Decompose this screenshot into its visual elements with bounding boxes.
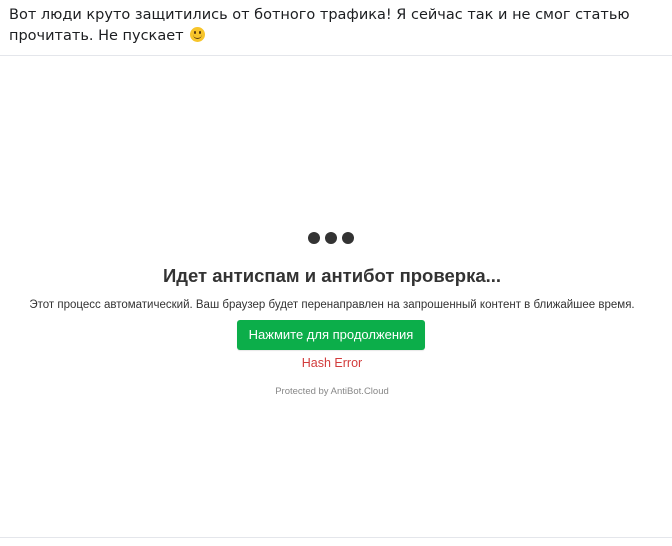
smiling-face-emoji-icon — [190, 27, 206, 42]
protected-by-footer: Protected by AntiBot.Cloud — [275, 386, 389, 397]
bottom-divider — [0, 537, 672, 538]
loading-dot — [325, 232, 337, 244]
loading-dot — [308, 232, 320, 244]
antibot-description: Этот процесс автоматический. Ваш браузер… — [29, 299, 635, 311]
hash-error-message: Hash Error — [301, 356, 363, 370]
loading-dot — [342, 232, 354, 244]
continue-button[interactable]: Нажмите для продолжения — [237, 320, 425, 350]
post-divider — [0, 55, 672, 56]
post-text: Вот люди круто защитились от ботного тра… — [9, 7, 630, 44]
loading-dots-icon — [308, 232, 354, 244]
post-text-container: Вот люди круто защитились от ботного тра… — [9, 5, 659, 47]
antibot-title: Идет антиспам и антибот проверка... — [162, 265, 502, 286]
